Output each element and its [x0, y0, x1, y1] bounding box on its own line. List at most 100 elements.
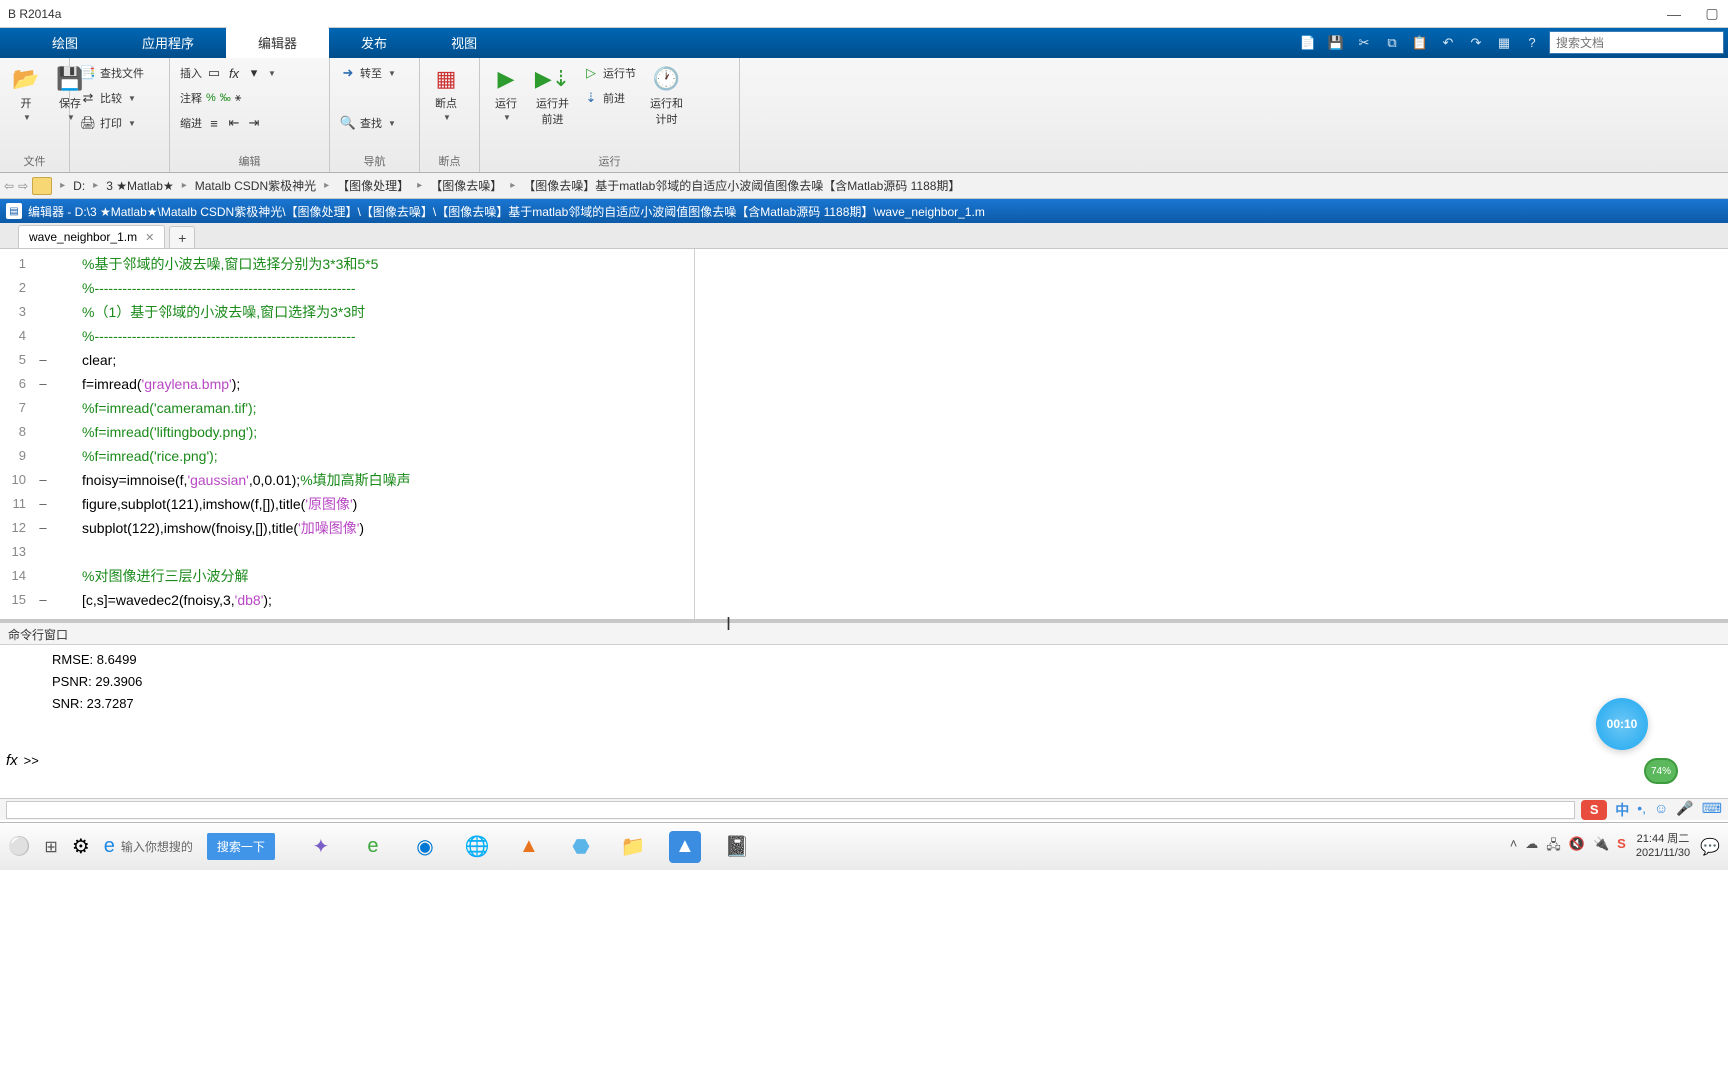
breadcrumb-2[interactable]: Matalb CSDN紫极神光 — [195, 177, 316, 194]
addr-fwd-icon[interactable]: ⇨ — [18, 179, 28, 193]
tray-network-icon[interactable]: 🖧 — [1546, 836, 1561, 858]
maximize-button[interactable]: ▢ — [1704, 6, 1720, 22]
tray-sogou-icon[interactable]: S — [1617, 836, 1626, 858]
ime-punct-icon[interactable]: •, — [1637, 800, 1646, 820]
taskbar-clock[interactable]: 21:44 周二 2021/11/30 — [1636, 833, 1690, 859]
run-section-icon: ▷ — [583, 65, 599, 81]
tab-apps[interactable]: 应用程序 — [110, 27, 226, 58]
folder-open-icon: 📂 — [12, 65, 40, 93]
breakpoints-button[interactable]: ▦ 断点▼ — [426, 62, 466, 125]
notifications-icon[interactable]: 💬 — [1700, 837, 1720, 857]
ime-keyboard-icon[interactable]: ⌨ — [1702, 800, 1722, 820]
run-section-button[interactable]: ▷运行节 — [579, 62, 640, 84]
open-button[interactable]: 📂 开▼ — [6, 62, 46, 125]
notes-icon[interactable]: 📓 — [721, 831, 753, 863]
breadcrumb-3[interactable]: 【图像处理】 — [337, 177, 409, 194]
breadcrumb-5[interactable]: 【图像去噪】基于matlab邻域的自适应小波阈值图像去噪【含Matlab源码 1… — [523, 177, 960, 194]
taskbar-search-label[interactable]: 输入你想搜的 — [121, 838, 193, 855]
ime-emoji-icon[interactable]: ☺ — [1654, 800, 1668, 820]
explorer-icon[interactable]: 📁 — [617, 831, 649, 863]
code-content[interactable]: %基于邻域的小波去噪,窗口选择分别为3*3和5*5%--------------… — [54, 249, 1728, 619]
task-view-icon[interactable]: ⊞ — [44, 837, 57, 857]
tray-volume-icon[interactable]: 🔇 — [1569, 836, 1585, 858]
search-docs-input[interactable] — [1549, 31, 1724, 54]
group-edit-label: 编辑 — [176, 151, 323, 172]
group-run-label: 运行 — [486, 151, 733, 172]
tray-battery-icon[interactable]: 🔌 — [1593, 836, 1609, 858]
minimize-button[interactable]: — — [1666, 6, 1682, 22]
photos-icon[interactable]: ▲ — [669, 831, 701, 863]
obs-icon[interactable]: ⚙ — [72, 834, 90, 859]
comment-button[interactable]: 注释 % ‰ ⚹ — [176, 87, 280, 109]
close-tab-icon[interactable]: ✕ — [145, 231, 154, 244]
addr-back-icon[interactable]: ⇦ — [4, 179, 14, 193]
goto-icon: ➜ — [340, 65, 356, 81]
taskbar-search-button[interactable]: 搜索一下 — [207, 833, 275, 860]
browser-icon[interactable]: 🌐 — [461, 831, 493, 863]
timer-badge[interactable]: 00:10 — [1596, 698, 1648, 750]
editor-path: 编辑器 - D:\3 ★Matlab★\Matalb CSDN紫极神光\【图像处… — [28, 203, 985, 220]
sogou-ime-icon[interactable]: S — [1581, 800, 1607, 820]
tab-editor[interactable]: 编辑器 — [226, 27, 329, 58]
run-button[interactable]: ▶ 运行▼ — [486, 62, 526, 125]
ime-lang-badge[interactable]: 中 — [1615, 800, 1629, 820]
ime-voice-icon[interactable]: 🎤 — [1676, 800, 1693, 820]
tab-view[interactable]: 视图 — [419, 27, 509, 58]
address-bar[interactable]: ⇦ ⇨ ▸ D:▸ 3 ★Matlab★▸ Matalb CSDN紫极神光▸ 【… — [0, 173, 1728, 199]
qat-save-icon[interactable]: 💾 — [1325, 32, 1347, 54]
below-area — [0, 870, 1728, 1080]
editor-margin-line — [694, 249, 695, 619]
chevron-right-icon: ▸ — [56, 180, 69, 191]
find-files-button[interactable]: 📑查找文件 — [76, 62, 148, 84]
insert-button[interactable]: 插入 ▭ fx ▾▼ — [176, 62, 280, 84]
command-prompt[interactable]: fx>> — [6, 752, 39, 769]
app-icon-2[interactable]: ⬣ — [565, 831, 597, 863]
indent-left-icon: ⇤ — [226, 115, 242, 131]
addr-folder-icon[interactable] — [32, 177, 52, 195]
ie-icon[interactable]: e — [104, 835, 115, 858]
tray-cloud-icon[interactable]: ☁ — [1525, 836, 1538, 858]
indent-icon: ≡ — [206, 115, 222, 131]
edge-legacy-icon[interactable]: e — [357, 831, 389, 863]
breakpoints-icon: ▦ — [432, 65, 460, 93]
group-bp-label: 断点 — [426, 151, 473, 172]
tray-up-icon[interactable]: ˄ — [1510, 836, 1518, 858]
qat-help-icon[interactable]: ? — [1521, 32, 1543, 54]
code-editor[interactable]: 123456789101112131415 –––––– %基于邻域的小波去噪,… — [0, 249, 1728, 619]
compare-button[interactable]: ⇄比较▼ — [76, 87, 148, 109]
goto-button[interactable]: ➜转至▼ — [336, 62, 400, 84]
tab-plot[interactable]: 绘图 — [20, 27, 110, 58]
window-titlebar: B R2014a — ▢ — [0, 0, 1728, 28]
matlab-icon[interactable]: ▲ — [513, 831, 545, 863]
status-field — [6, 801, 1575, 819]
qat-new-icon[interactable]: 📄 — [1297, 32, 1319, 54]
print-button[interactable]: 🖨打印▼ — [76, 112, 148, 134]
file-tab[interactable]: wave_neighbor_1.m ✕ — [18, 225, 165, 248]
breadcrumb-0[interactable]: D: — [73, 179, 85, 193]
edge-icon[interactable]: ◉ — [409, 831, 441, 863]
indent-right-icon: ⇥ — [246, 115, 262, 131]
breadcrumb-1[interactable]: 3 ★Matlab★ — [106, 179, 174, 193]
new-tab-button[interactable]: + — [169, 226, 195, 248]
clock-icon: 🕐 — [653, 65, 681, 93]
qat-cut-icon[interactable]: ✂ — [1353, 32, 1375, 54]
advance-button[interactable]: ⇣前进 — [579, 87, 640, 109]
system-tray[interactable]: ˄ ☁ 🖧 🔇 🔌 S — [1510, 836, 1626, 858]
run-time-button[interactable]: 🕐 运行和 计时 — [644, 62, 689, 130]
cmd-output-line: PSNR: 29.3906 — [52, 671, 1728, 693]
indent-button[interactable]: 缩进 ≡ ⇤ ⇥ — [176, 112, 280, 134]
find-button[interactable]: 🔍查找▼ — [336, 112, 400, 134]
qat-copy-icon[interactable]: ⧉ — [1381, 32, 1403, 54]
app-icon-1[interactable]: ✦ — [305, 831, 337, 863]
qat-paste-icon[interactable]: 📋 — [1409, 32, 1431, 54]
run-advance-button[interactable]: ▶⇣ 运行并 前进 — [530, 62, 575, 130]
tab-publish[interactable]: 发布 — [329, 27, 419, 58]
file-tab-label: wave_neighbor_1.m — [29, 230, 137, 244]
breadcrumb-4[interactable]: 【图像去噪】 — [430, 177, 502, 194]
command-window[interactable]: RMSE: 8.6499 PSNR: 29.3906 SNR: 23.7287 … — [0, 645, 1728, 775]
start-search-icon[interactable]: ⚪ — [8, 836, 30, 857]
cmd-output-line: SNR: 23.7287 — [52, 693, 1728, 715]
qat-redo-icon[interactable]: ↷ — [1465, 32, 1487, 54]
qat-undo-icon[interactable]: ↶ — [1437, 32, 1459, 54]
qat-layout-icon[interactable]: ▦ — [1493, 32, 1515, 54]
